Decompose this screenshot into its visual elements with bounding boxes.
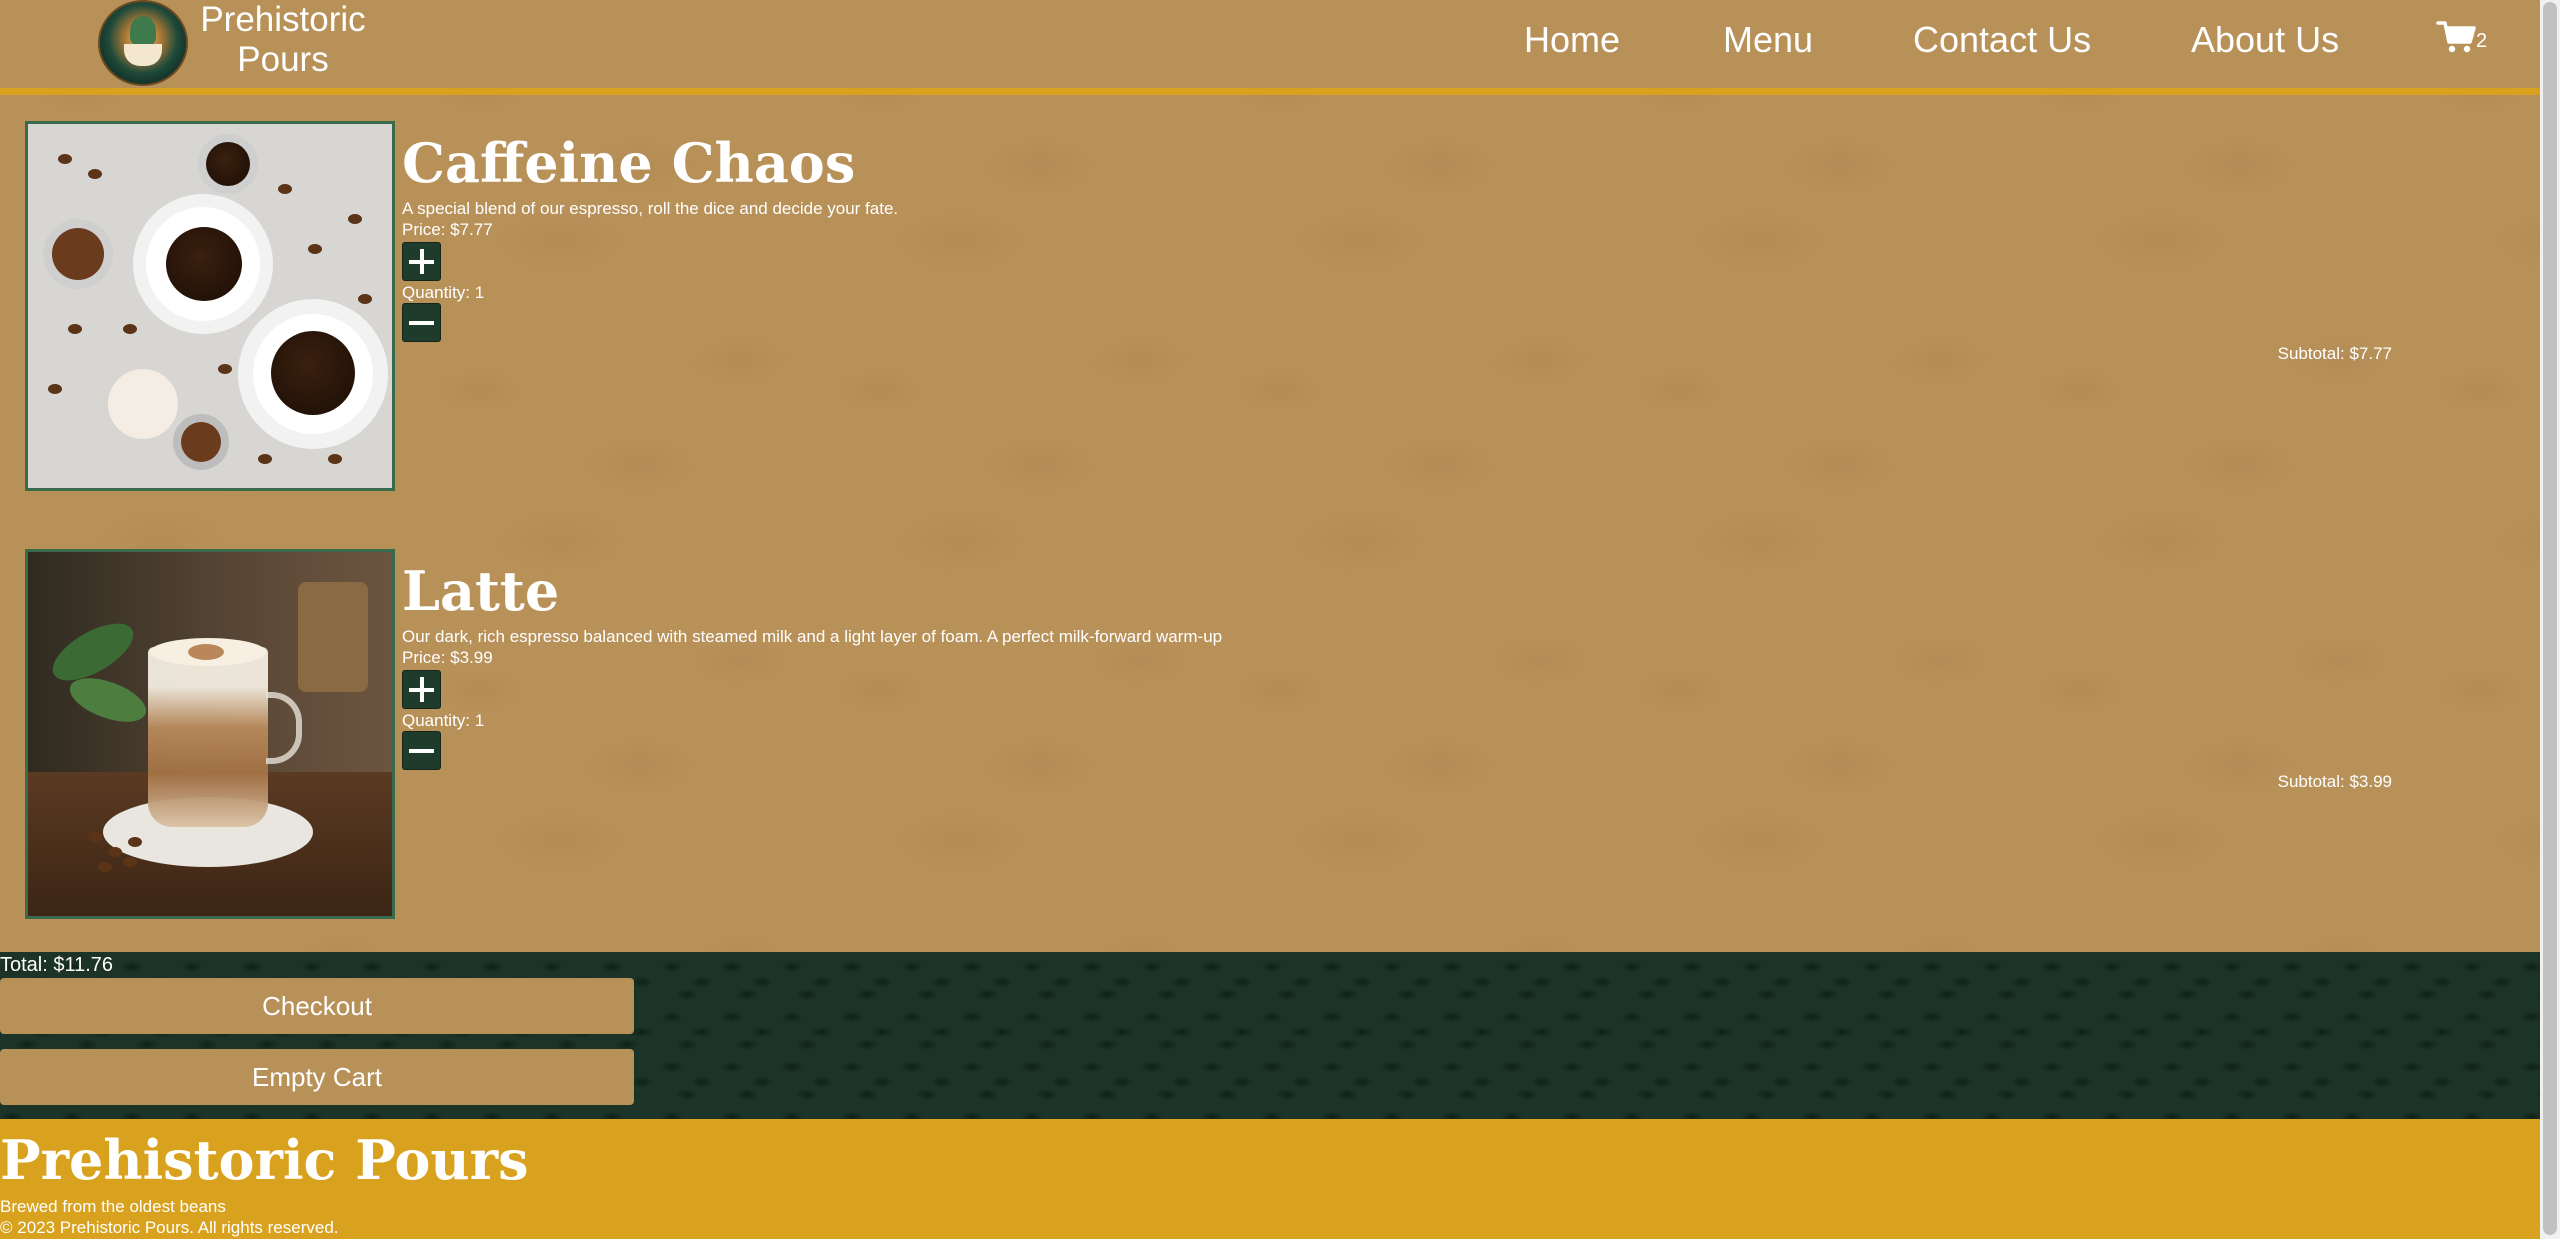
item-title: Caffeine Chaos [402, 131, 856, 195]
brand-name[interactable]: Prehistoric Pours [190, 0, 376, 80]
site-header: Prehistoric Pours Home Menu Contact Us A… [0, 0, 2540, 95]
page-scrollbar[interactable] [2540, 0, 2560, 1239]
item-image-caffeine-chaos [25, 121, 395, 491]
item-quantity: Quantity: 1 [402, 283, 485, 302]
empty-cart-button[interactable]: Empty Cart [0, 1049, 634, 1105]
nav-home[interactable]: Home [1524, 18, 1620, 62]
logo[interactable] [98, 0, 188, 86]
cart-button[interactable]: 2 [2436, 20, 2496, 60]
nav-about-us[interactable]: About Us [2191, 18, 2339, 62]
logo-cup-icon [124, 44, 162, 66]
item-image-latte [25, 549, 395, 919]
minus-icon [409, 749, 434, 753]
increase-quantity-button[interactable] [402, 670, 441, 709]
cart-count: 2 [2476, 30, 2488, 52]
increase-quantity-button[interactable] [402, 242, 441, 281]
plus-icon-vertical [420, 677, 424, 702]
cart-total: Total: $11.76 [0, 954, 114, 976]
brand-name-line2: Pours [237, 40, 329, 79]
nav-contact-us[interactable]: Contact Us [1913, 18, 2091, 62]
logo-dinosaur-icon [130, 16, 156, 46]
item-price: Price: $3.99 [402, 648, 493, 667]
item-subtotal: Subtotal: $7.77 [2277, 344, 2392, 363]
item-title: Latte [402, 559, 560, 623]
nav-menu[interactable]: Menu [1723, 18, 1813, 62]
item-price: Price: $7.77 [402, 220, 493, 239]
brand-name-line1: Prehistoric [200, 0, 366, 39]
decrease-quantity-button[interactable] [402, 731, 441, 770]
scrollbar-thumb[interactable] [2543, 2, 2557, 1235]
footer-title: Prehistoric Pours [0, 1128, 529, 1192]
footer-tagline: Brewed from the oldest beans [0, 1197, 226, 1216]
cart-icon [2436, 21, 2476, 53]
footer-copyright: © 2023 Prehistoric Pours. All rights res… [0, 1218, 339, 1237]
item-description: Our dark, rich espresso balanced with st… [402, 627, 1223, 646]
checkout-button[interactable]: Checkout [0, 978, 634, 1034]
decrease-quantity-button[interactable] [402, 303, 441, 342]
item-subtotal: Subtotal: $3.99 [2277, 772, 2392, 791]
item-description: A special blend of our espresso, roll th… [402, 199, 899, 218]
plus-icon-vertical [420, 249, 424, 274]
minus-icon [409, 321, 434, 325]
item-quantity: Quantity: 1 [402, 711, 485, 730]
